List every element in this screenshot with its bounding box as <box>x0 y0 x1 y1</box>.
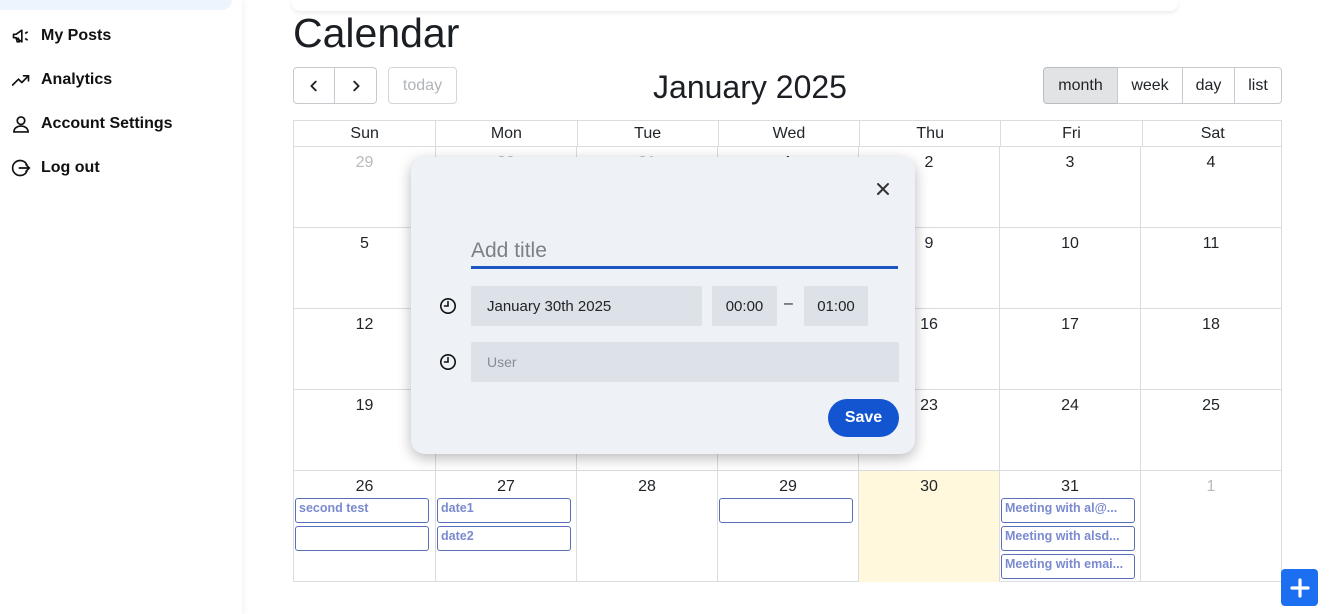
day-number[interactable]: 25 <box>1141 397 1281 415</box>
page-title: Calendar <box>293 10 460 56</box>
view-day-button[interactable]: day <box>1182 67 1235 104</box>
calendar-event[interactable]: date1 <box>437 498 571 523</box>
day-number[interactable]: 29 <box>718 478 858 496</box>
prev-month-button[interactable] <box>293 67 335 104</box>
view-list-button[interactable]: list <box>1234 67 1282 104</box>
sidebar-item-account-settings[interactable]: Account Settings <box>10 112 173 136</box>
day-number[interactable]: 28 <box>577 478 717 496</box>
calendar-day-cell[interactable]: 31 Meeting with al@... Meeting with alsd..… <box>999 471 1140 582</box>
day-number[interactable]: 27 <box>436 478 576 496</box>
chevron-right-icon <box>352 80 360 91</box>
calendar-day-cell[interactable]: 4 <box>1140 147 1281 227</box>
event-start-time-field[interactable]: 00:00 <box>712 286 777 326</box>
save-button[interactable]: Save <box>828 399 899 437</box>
calendar-day-cell[interactable]: 11 <box>1140 228 1281 308</box>
chevron-left-icon <box>310 80 317 91</box>
calendar-event[interactable]: Meeting with emai... <box>1001 554 1135 579</box>
sidebar-item-label: Analytics <box>41 71 113 88</box>
weekday-header: Sat <box>1141 121 1283 146</box>
weekday-header: Thu <box>859 121 1000 146</box>
day-number[interactable]: 30 <box>859 478 999 496</box>
day-number[interactable]: 18 <box>1141 316 1281 334</box>
logout-icon <box>10 157 32 179</box>
day-number[interactable]: 1 <box>1141 478 1281 496</box>
megaphone-icon <box>10 25 32 47</box>
sidebar: My Posts Analytics Account Settings Log … <box>0 0 242 614</box>
event-end-time-field[interactable]: 01:00 <box>804 286 868 326</box>
weekday-header: Fri <box>1000 121 1141 146</box>
today-button[interactable]: today <box>388 67 457 104</box>
user-icon <box>10 113 32 135</box>
day-number[interactable]: 24 <box>1000 397 1140 415</box>
calendar-day-today[interactable]: 30 <box>858 471 999 582</box>
new-event-dialog: January 30th 2025 00:00 – 01:00 User Sav… <box>411 157 915 454</box>
calendar-day-cell[interactable]: 18 <box>1140 309 1281 389</box>
day-number[interactable]: 11 <box>1141 235 1281 253</box>
clock-icon <box>440 354 456 370</box>
event-date-field[interactable]: January 30th 2025 <box>471 286 702 326</box>
view-week-button[interactable]: week <box>1117 67 1183 104</box>
calendar-event[interactable]: Meeting with alsd... <box>1001 526 1135 551</box>
calendar-day-cell[interactable]: 25 <box>1140 390 1281 470</box>
calendar-day-cell[interactable]: 10 <box>999 228 1140 308</box>
sidebar-item-my-posts[interactable]: My Posts <box>10 24 111 48</box>
sidebar-item-label: My Posts <box>41 27 112 44</box>
calendar-nav-buttons <box>293 67 377 104</box>
calendar-event[interactable]: Meeting with al@... <box>1001 498 1135 523</box>
weekday-header: Wed <box>717 121 859 146</box>
next-month-button[interactable] <box>335 67 377 104</box>
day-number[interactable]: 31 <box>1000 478 1140 496</box>
day-number[interactable]: 10 <box>1000 235 1140 253</box>
weekday-header: Sun <box>350 125 379 142</box>
time-range-separator: – <box>784 295 793 312</box>
calendar-day-cell[interactable]: 27 date1 date2 <box>435 471 576 582</box>
sidebar-item-analytics[interactable]: Analytics <box>10 68 112 92</box>
trend-up-icon <box>10 69 32 91</box>
clock-icon <box>440 298 456 314</box>
day-number[interactable]: 17 <box>1000 316 1140 334</box>
weekday-header: Tue <box>576 121 718 146</box>
calendar-day-cell[interactable]: 24 <box>999 390 1140 470</box>
day-number[interactable]: 4 <box>1141 154 1281 172</box>
calendar-day-cell[interactable]: 28 <box>576 471 717 582</box>
calendar-event[interactable] <box>295 526 429 551</box>
sidebar-active-item-stub[interactable] <box>0 0 232 10</box>
sidebar-item-label: Log out <box>41 159 100 176</box>
calendar-day-cell[interactable]: 17 <box>999 309 1140 389</box>
calendar-event[interactable]: second test <box>295 498 429 523</box>
calendar-day-cell[interactable]: 1 <box>1140 471 1281 582</box>
sidebar-item-label: Account Settings <box>41 115 173 132</box>
calendar-day-cell[interactable]: 26 second test <box>294 471 435 582</box>
day-number[interactable]: 26 <box>294 478 435 496</box>
view-switcher: month week day list <box>1043 67 1282 104</box>
event-user-field[interactable]: User <box>471 342 899 382</box>
close-icon[interactable] <box>873 179 893 199</box>
weekday-header: Mon <box>435 121 576 146</box>
calendar-event[interactable] <box>719 498 853 523</box>
day-number[interactable]: 3 <box>1000 154 1140 172</box>
calendar-week-row: 26 second test 27 date1 date2 28 29 30 31 Meeting… <box>294 470 1281 582</box>
event-title-input[interactable] <box>471 236 898 269</box>
calendar-day-cell[interactable]: 29 <box>717 471 858 582</box>
plus-icon <box>1289 577 1310 598</box>
weekday-header-row: Sun Mon Tue Wed Thu Fri Sat <box>294 121 1281 147</box>
add-event-button[interactable] <box>1281 569 1318 606</box>
calendar-event[interactable]: date2 <box>437 526 571 551</box>
view-month-button[interactable]: month <box>1043 67 1118 104</box>
calendar-day-cell[interactable]: 3 <box>999 147 1140 227</box>
month-title: January 2025 <box>653 69 847 105</box>
sidebar-item-log-out[interactable]: Log out <box>10 156 100 180</box>
